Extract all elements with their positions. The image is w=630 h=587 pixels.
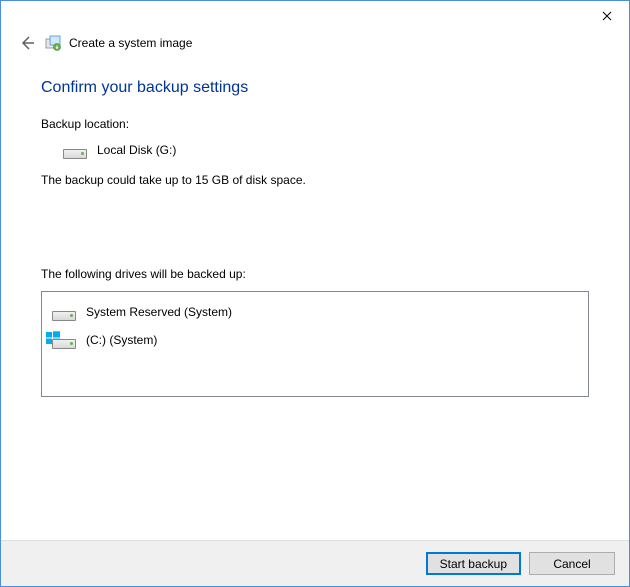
content-area: Confirm your backup settings Backup loca… [1, 63, 629, 540]
backup-location-label: Backup location: [41, 117, 589, 131]
drives-listbox[interactable]: System Reserved (System) (C:) (System) [41, 291, 589, 397]
drive-icon [52, 303, 76, 321]
wizard-window: Create a system image Confirm your backu… [0, 0, 630, 587]
drive-icon [63, 141, 87, 159]
drive-name: System Reserved (System) [86, 305, 232, 319]
cancel-button[interactable]: Cancel [529, 552, 615, 575]
backup-location-value: Local Disk (G:) [97, 143, 176, 157]
footer-bar: Start backup Cancel [1, 540, 629, 586]
drive-icon [52, 331, 76, 349]
start-backup-button[interactable]: Start backup [426, 552, 521, 575]
header-row: Create a system image [1, 31, 629, 63]
page-heading: Confirm your backup settings [41, 79, 589, 97]
close-button[interactable] [584, 1, 629, 31]
list-item[interactable]: (C:) (System) [46, 326, 584, 354]
close-icon [602, 11, 612, 21]
list-item[interactable]: System Reserved (System) [46, 298, 584, 326]
backup-location-row: Local Disk (G:) [41, 141, 589, 159]
window-title: Create a system image [69, 36, 192, 50]
backup-size-info: The backup could take up to 15 GB of dis… [41, 173, 589, 187]
system-image-icon [45, 35, 61, 51]
titlebar [1, 1, 629, 31]
back-button[interactable] [17, 33, 37, 53]
drive-name: (C:) (System) [86, 333, 157, 347]
back-arrow-icon [19, 35, 35, 51]
drives-list-label: The following drives will be backed up: [41, 267, 589, 281]
